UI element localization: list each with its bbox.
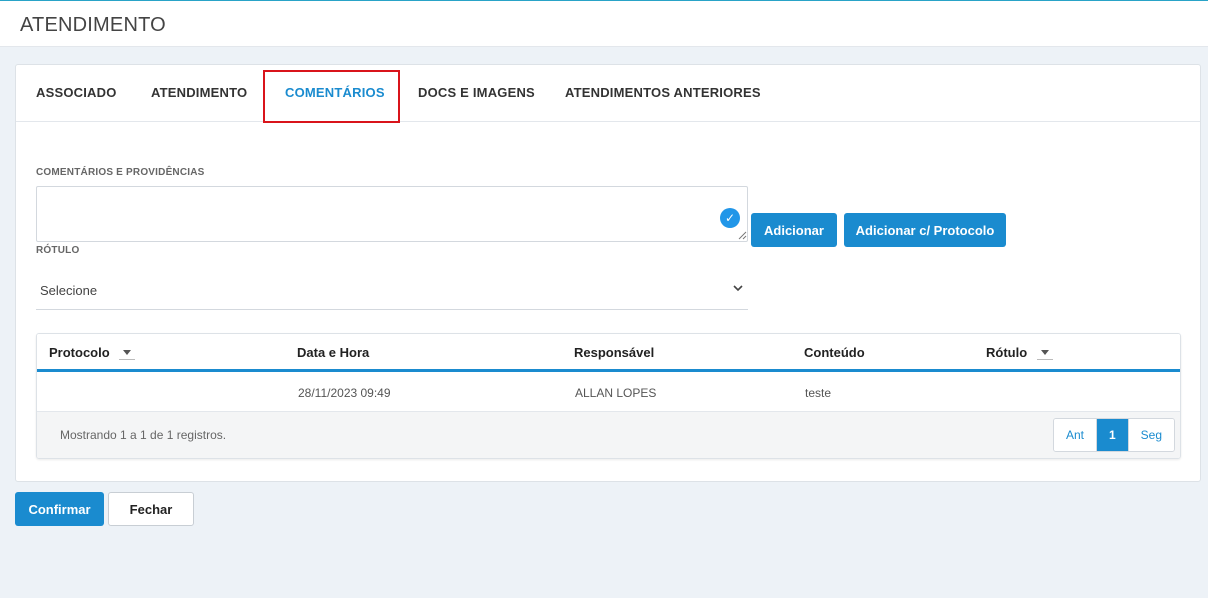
cell-conteudo: teste bbox=[805, 386, 832, 400]
sort-caret-icon[interactable] bbox=[119, 343, 135, 360]
attendance-card: ASSOCIADO ATENDIMENTO COMENTÁRIOS DOCS E… bbox=[15, 64, 1201, 482]
column-header-data-hora[interactable]: Data e Hora bbox=[297, 345, 369, 360]
chevron-down-icon bbox=[733, 285, 743, 292]
page-title: ATENDIMENTO bbox=[20, 14, 166, 36]
rotulo-label: RÓTULO bbox=[36, 245, 80, 256]
tab-associado[interactable]: ASSOCIADO bbox=[36, 65, 117, 121]
column-header-rotulo[interactable]: Rótulo bbox=[986, 345, 1027, 360]
active-tab-highlight bbox=[263, 70, 400, 123]
table-header: Protocolo Data e Hora Responsável Conteú… bbox=[37, 334, 1180, 372]
add-with-protocol-button[interactable]: Adicionar c/ Protocolo bbox=[844, 213, 1006, 247]
next-page-button[interactable]: Seg bbox=[1128, 419, 1174, 451]
comments-textarea[interactable] bbox=[36, 186, 748, 242]
table-footer: Mostrando 1 a 1 de 1 registros. Ant 1 Se… bbox=[37, 412, 1180, 458]
cell-responsavel: ALLAN LOPES bbox=[575, 386, 657, 400]
resize-grip-icon[interactable] bbox=[738, 231, 747, 240]
comments-label: COMENTÁRIOS E PROVIDÊNCIAS bbox=[36, 167, 205, 178]
page-1-button[interactable]: 1 bbox=[1096, 419, 1129, 451]
column-header-responsavel[interactable]: Responsável bbox=[574, 345, 654, 360]
table-row[interactable]: 28/11/2023 09:49 ALLAN LOPES teste bbox=[37, 375, 1180, 412]
tab-docs-imagens[interactable]: DOCS E IMAGENS bbox=[418, 65, 535, 121]
column-header-conteudo[interactable]: Conteúdo bbox=[804, 345, 865, 360]
rotulo-select[interactable]: Selecione bbox=[36, 273, 748, 310]
rotulo-selected-value: Selecione bbox=[40, 283, 98, 298]
pagination: Ant 1 Seg bbox=[1052, 418, 1175, 452]
check-circle-icon: ✓ bbox=[720, 208, 740, 228]
confirm-button[interactable]: Confirmar bbox=[15, 492, 104, 526]
column-header-protocolo[interactable]: Protocolo bbox=[49, 345, 110, 360]
tab-atendimento[interactable]: ATENDIMENTO bbox=[151, 65, 247, 121]
tab-atendimentos-anteriores[interactable]: ATENDIMENTOS ANTERIORES bbox=[565, 65, 761, 121]
tab-bar: ASSOCIADO ATENDIMENTO COMENTÁRIOS DOCS E… bbox=[16, 65, 1200, 122]
comments-table: Protocolo Data e Hora Responsável Conteú… bbox=[36, 333, 1181, 459]
prev-page-button[interactable]: Ant bbox=[1053, 419, 1097, 451]
page-header: ATENDIMENTO bbox=[0, 1, 1208, 47]
close-button[interactable]: Fechar bbox=[108, 492, 194, 526]
records-info: Mostrando 1 a 1 de 1 registros. bbox=[60, 428, 227, 442]
cell-data-hora: 28/11/2023 09:49 bbox=[298, 386, 391, 400]
sort-caret-icon[interactable] bbox=[1037, 343, 1053, 360]
add-button[interactable]: Adicionar bbox=[751, 213, 837, 247]
